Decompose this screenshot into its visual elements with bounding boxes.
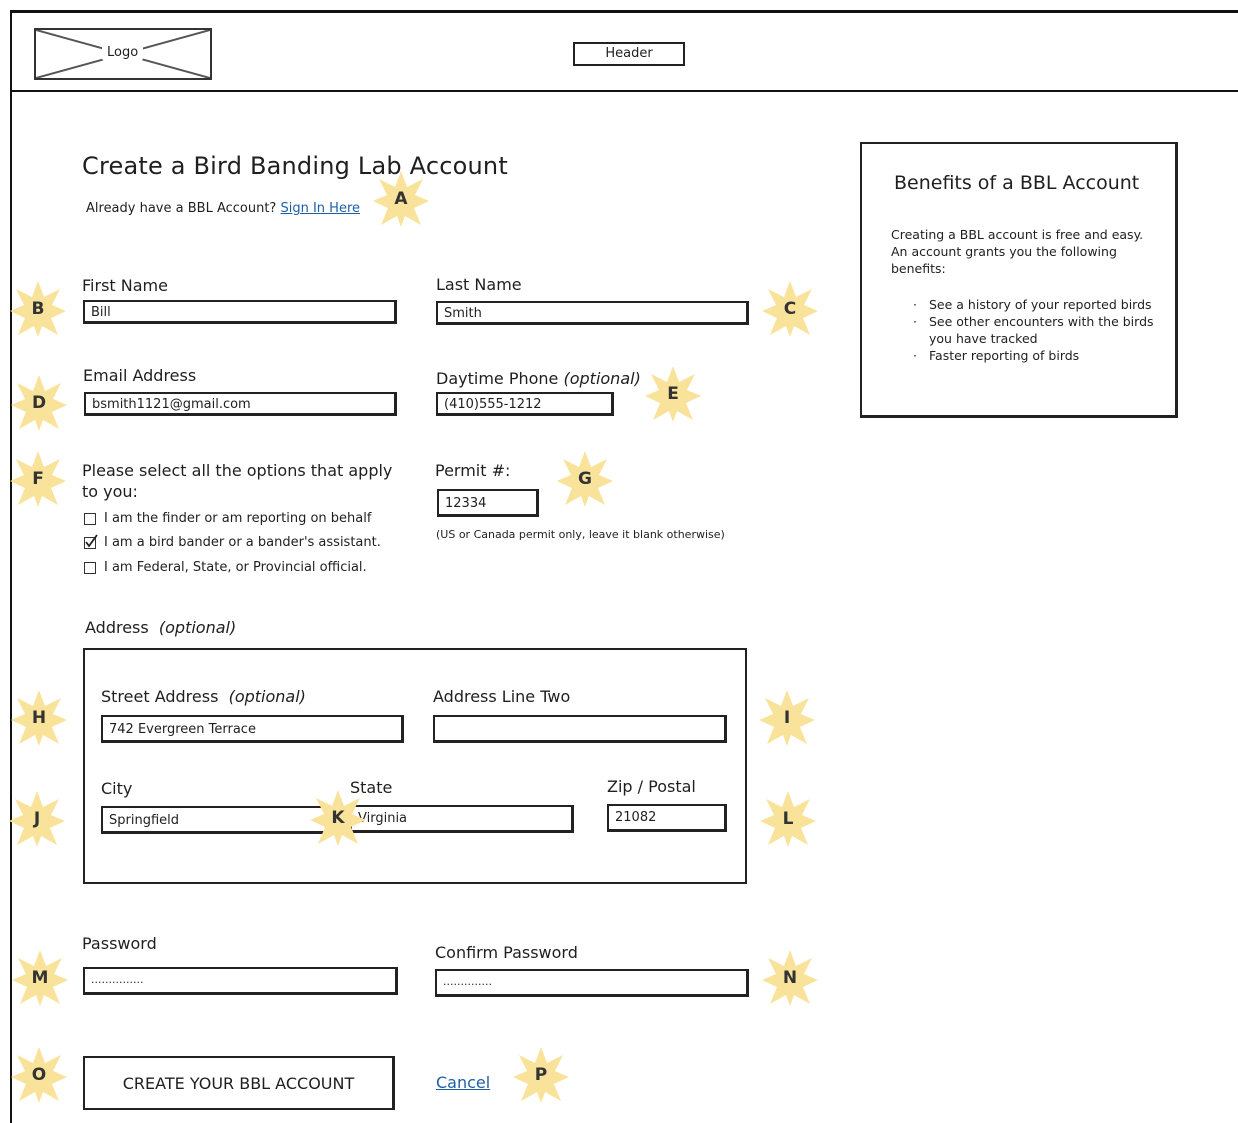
annotation-marker-o: O: [9, 1045, 69, 1105]
zip-label: Zip / Postal: [607, 777, 696, 796]
page-title: Create a Bird Banding Lab Account: [82, 152, 508, 180]
annotation-marker-k: K: [308, 788, 368, 848]
password-field[interactable]: ...............: [83, 967, 398, 995]
phone-label-text: Daytime Phone: [436, 369, 559, 388]
benefit-item: See a history of your reported birds: [891, 296, 1161, 313]
annotation-marker-p: P: [511, 1045, 571, 1105]
annotation-marker-a: A: [371, 169, 431, 229]
annotation-marker-m: M: [10, 948, 70, 1008]
phone-field[interactable]: (410)555-1212: [436, 392, 614, 416]
email-label: Email Address: [83, 366, 197, 385]
finder-label: I am the finder or am reporting on behal…: [104, 511, 372, 526]
permit-field[interactable]: 12334: [437, 489, 539, 517]
header-label: Header: [573, 42, 685, 66]
confirm-password-label: Confirm Password: [435, 943, 578, 962]
option-official[interactable]: I am Federal, State, or Provincial offic…: [84, 560, 367, 575]
annotation-marker-g: G: [555, 449, 615, 509]
address-line-two-label: Address Line Two: [433, 687, 571, 706]
official-checkbox[interactable]: [84, 561, 96, 574]
address-optional-text: (optional): [158, 618, 237, 637]
first-name-label: First Name: [82, 276, 168, 295]
permit-label: Permit #:: [435, 461, 511, 480]
annotation-marker-i: I: [757, 688, 817, 748]
annotation-marker-n: N: [760, 948, 820, 1008]
phone-label: Daytime Phone (optional): [436, 369, 641, 388]
password-label: Password: [82, 934, 157, 953]
address-label-text: Address: [85, 618, 149, 637]
email-field[interactable]: bsmith1121@gmail.com: [84, 392, 397, 416]
street-label: Street Address (optional): [101, 687, 306, 706]
permit-note: (US or Canada permit only, leave it blan…: [436, 528, 725, 541]
sign-in-link[interactable]: Sign In Here: [280, 201, 360, 216]
annotation-marker-l: L: [758, 789, 818, 849]
last-name-field[interactable]: Smith: [436, 301, 749, 325]
address-group: [83, 648, 747, 884]
benefits-title: Benefits of a BBL Account: [894, 172, 1140, 194]
annotation-marker-e: E: [643, 364, 703, 424]
annotation-marker-j: J: [7, 789, 67, 849]
last-name-label: Last Name: [436, 275, 522, 294]
zip-field[interactable]: 21082: [607, 804, 727, 832]
address-label: Address (optional): [85, 618, 236, 637]
street-label-text: Street Address: [101, 687, 219, 706]
address-line-two-field[interactable]: [433, 715, 727, 743]
option-finder[interactable]: I am the finder or am reporting on behal…: [84, 511, 371, 526]
logo-label: Logo: [102, 44, 144, 61]
annotation-marker-f: F: [8, 449, 68, 509]
annotation-marker-c: C: [760, 279, 820, 339]
logo: Logo: [34, 28, 212, 80]
create-account-button[interactable]: CREATE YOUR BBL ACCOUNT: [83, 1056, 395, 1110]
already-have-account-text: Already have a BBL Account?: [86, 201, 277, 216]
checkmark-icon: [85, 533, 98, 548]
benefit-item: See other encounters with the birds you …: [891, 313, 1161, 347]
annotation-marker-d: D: [9, 373, 69, 433]
annotation-marker-h: H: [9, 688, 69, 748]
options-label: Please select all the options that apply…: [82, 461, 393, 501]
street-optional-text: (optional): [228, 687, 306, 706]
city-field[interactable]: Springfield: [101, 806, 341, 834]
benefit-item: Faster reporting of birds: [891, 347, 1161, 364]
bander-checkbox[interactable]: [84, 533, 98, 549]
benefits-intro: Creating a BBL account is free and easy.…: [891, 227, 1144, 276]
state-field[interactable]: Virginia: [350, 805, 574, 833]
annotation-marker-b: B: [8, 279, 68, 339]
sign-in-prompt: Already have a BBL Account? Sign In Here: [86, 201, 360, 216]
benefits-panel: Benefits of a BBL Account Creating a BBL…: [860, 142, 1178, 418]
street-address-field[interactable]: 742 Evergreen Terrace: [101, 715, 404, 743]
cancel-link[interactable]: Cancel: [436, 1073, 490, 1092]
phone-optional-text: (optional): [563, 369, 641, 388]
option-bander[interactable]: I am a bird bander or a bander's assista…: [84, 533, 381, 550]
finder-checkbox[interactable]: [84, 512, 96, 525]
bander-label: I am a bird bander or a bander's assista…: [104, 535, 381, 550]
city-label: City: [101, 779, 133, 798]
official-label: I am Federal, State, or Provincial offic…: [104, 560, 367, 575]
benefits-list: See a history of your reported birds See…: [891, 296, 1161, 364]
first-name-field[interactable]: Bill: [83, 300, 397, 324]
confirm-password-field[interactable]: ..............: [435, 969, 749, 997]
